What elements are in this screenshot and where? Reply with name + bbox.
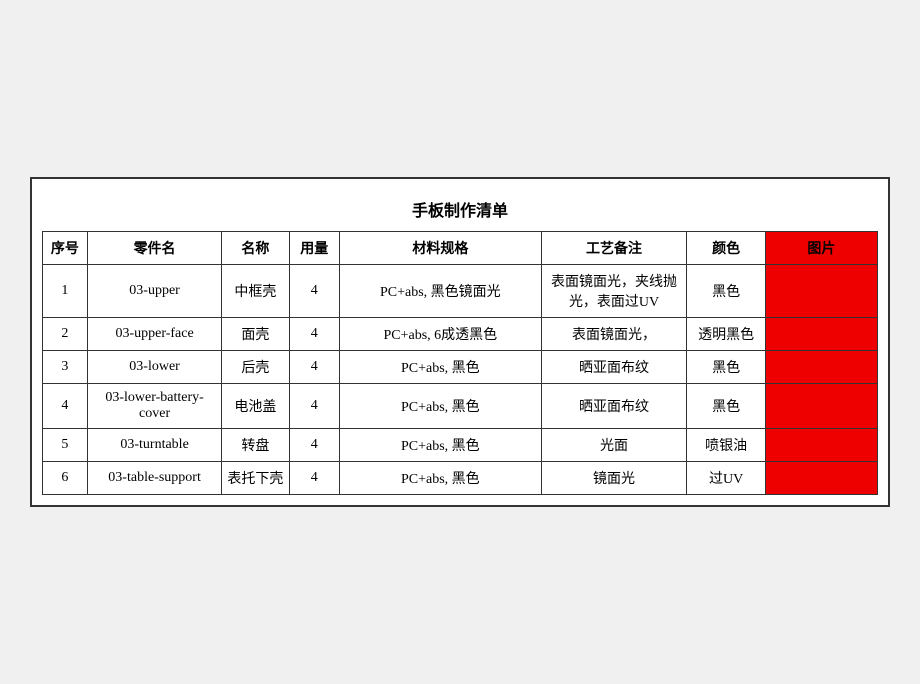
cell-process: 光面: [541, 429, 687, 462]
cell-name: 中框壳: [222, 265, 289, 318]
cell-process: 表面镜面光，: [541, 318, 687, 351]
cell-qty: 4: [289, 351, 339, 384]
cell-color: 黑色: [687, 265, 765, 318]
header-part: 零件名: [87, 232, 221, 265]
cell-seq: 3: [43, 351, 88, 384]
cell-seq: 4: [43, 384, 88, 429]
table-row: 503-turntable转盘4PC+abs, 黑色光面喷银油: [43, 429, 878, 462]
cell-part: 03-upper-face: [87, 318, 221, 351]
cell-part: 03-table-support: [87, 462, 221, 495]
cell-color: 过UV: [687, 462, 765, 495]
cell-name: 表托下壳: [222, 462, 289, 495]
cell-color: 黑色: [687, 351, 765, 384]
cell-image: [765, 351, 877, 384]
table-row: 203-upper-face面壳4PC+abs, 6成透黑色表面镜面光，透明黑色: [43, 318, 878, 351]
cell-qty: 4: [289, 384, 339, 429]
header-name: 名称: [222, 232, 289, 265]
table-row: 603-table-support表托下壳4PC+abs, 黑色镜面光过UV: [43, 462, 878, 495]
cell-color: 黑色: [687, 384, 765, 429]
cell-material: PC+abs, 黑色: [339, 351, 541, 384]
cell-image: [765, 462, 877, 495]
cell-image: [765, 265, 877, 318]
header-image: 图片: [765, 232, 877, 265]
header-color: 颜色: [687, 232, 765, 265]
cell-part: 03-lower: [87, 351, 221, 384]
cell-part: 03-lower-battery-cover: [87, 384, 221, 429]
cell-process: 晒亚面布纹: [541, 351, 687, 384]
cell-process: 镜面光: [541, 462, 687, 495]
parts-table: 序号 零件名 名称 用量 材料规格 工艺备注 颜色 图片 103-upper中框…: [42, 231, 878, 495]
cell-material: PC+abs, 黑色: [339, 462, 541, 495]
main-container: 手板制作清单 序号 零件名 名称 用量 材料规格 工艺备注 颜色 图片 103-…: [30, 177, 890, 507]
cell-process: 表面镜面光，夹线抛光，表面过UV: [541, 265, 687, 318]
cell-color: 喷银油: [687, 429, 765, 462]
table-row: 303-lower后壳4PC+abs, 黑色晒亚面布纹黑色: [43, 351, 878, 384]
cell-part: 03-upper: [87, 265, 221, 318]
cell-color: 透明黑色: [687, 318, 765, 351]
cell-image: [765, 429, 877, 462]
cell-qty: 4: [289, 462, 339, 495]
cell-material: PC+abs, 黑色: [339, 429, 541, 462]
cell-qty: 4: [289, 265, 339, 318]
table-row: 103-upper中框壳4PC+abs, 黑色镜面光表面镜面光，夹线抛光，表面过…: [43, 265, 878, 318]
cell-process: 晒亚面布纹: [541, 384, 687, 429]
table-title: 手板制作清单: [42, 189, 878, 231]
cell-seq: 1: [43, 265, 88, 318]
cell-part: 03-turntable: [87, 429, 221, 462]
cell-seq: 2: [43, 318, 88, 351]
cell-image: [765, 384, 877, 429]
cell-seq: 6: [43, 462, 88, 495]
cell-material: PC+abs, 黑色镜面光: [339, 265, 541, 318]
header-seq: 序号: [43, 232, 88, 265]
cell-name: 后壳: [222, 351, 289, 384]
header-qty: 用量: [289, 232, 339, 265]
cell-name: 电池盖: [222, 384, 289, 429]
cell-material: PC+abs, 黑色: [339, 384, 541, 429]
cell-material: PC+abs, 6成透黑色: [339, 318, 541, 351]
table-row: 403-lower-battery-cover电池盖4PC+abs, 黑色晒亚面…: [43, 384, 878, 429]
cell-image: [765, 318, 877, 351]
cell-qty: 4: [289, 429, 339, 462]
header-row: 序号 零件名 名称 用量 材料规格 工艺备注 颜色 图片: [43, 232, 878, 265]
cell-seq: 5: [43, 429, 88, 462]
cell-name: 面壳: [222, 318, 289, 351]
header-process: 工艺备注: [541, 232, 687, 265]
cell-name: 转盘: [222, 429, 289, 462]
header-material: 材料规格: [339, 232, 541, 265]
cell-qty: 4: [289, 318, 339, 351]
